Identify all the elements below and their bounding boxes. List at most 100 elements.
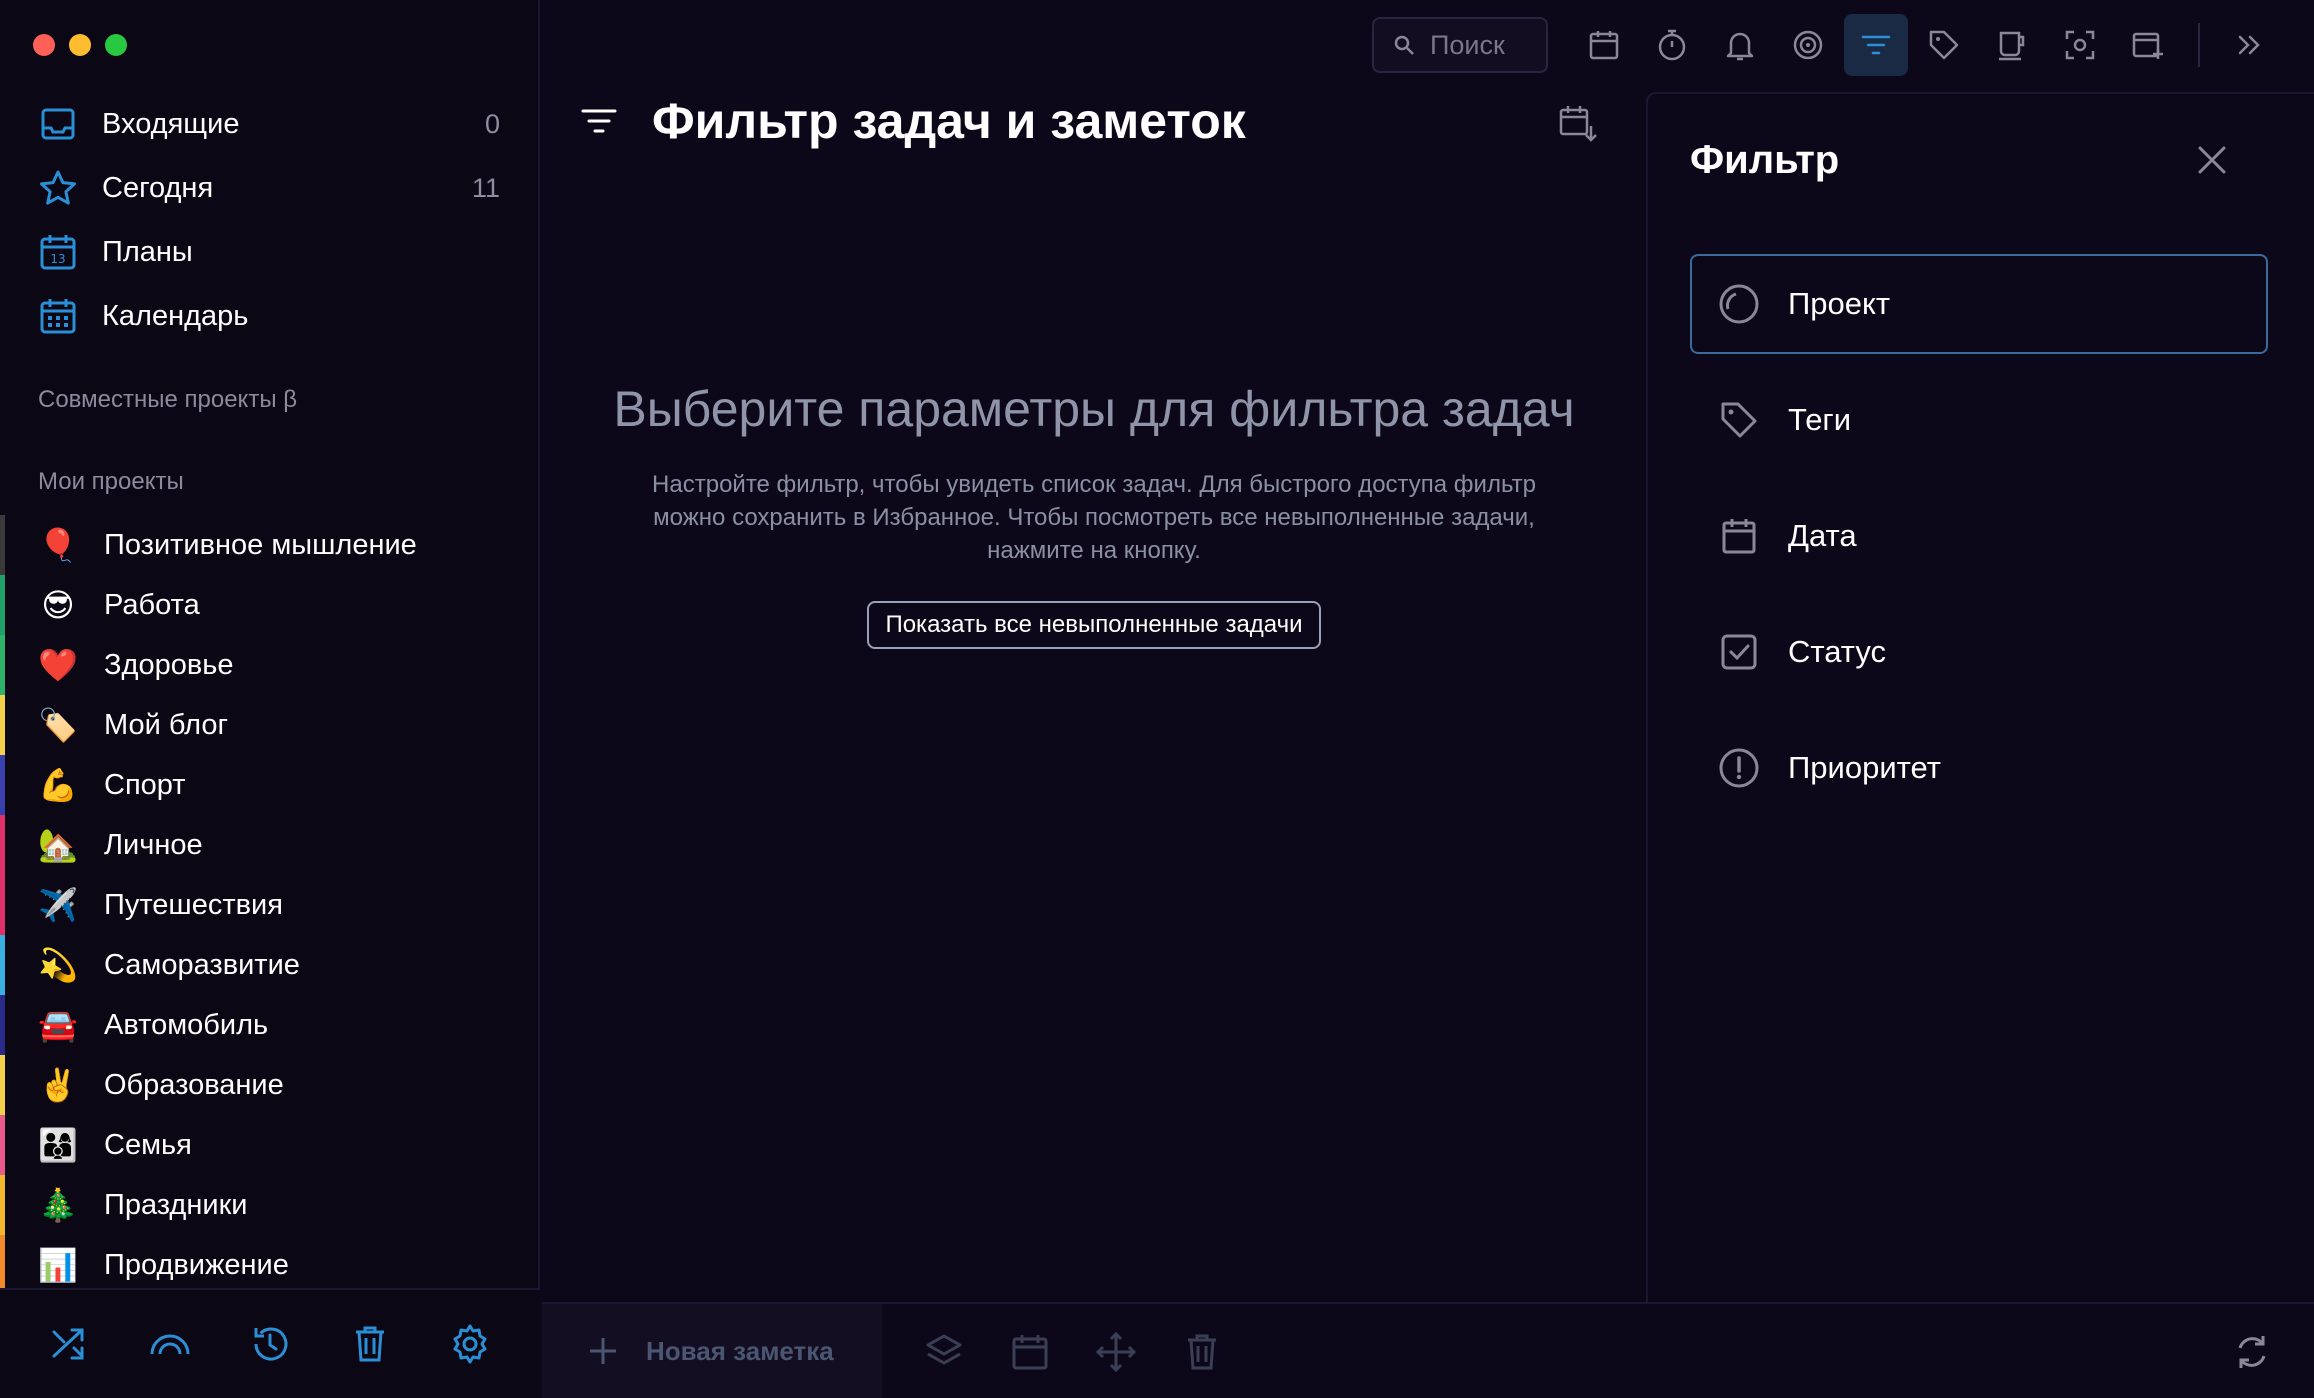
- calendar-grid-icon: [38, 296, 78, 336]
- trash-icon[interactable]: [1180, 1330, 1224, 1374]
- project-color-bar: [0, 755, 5, 815]
- nav-item-today[interactable]: Сегодня 11: [0, 156, 540, 220]
- project-color-bar: [0, 1235, 5, 1295]
- tag-icon[interactable]: [1912, 14, 1976, 76]
- close-icon[interactable]: [2194, 142, 2230, 178]
- settings-icon[interactable]: [448, 1322, 492, 1366]
- sync-icon[interactable]: [2230, 1330, 2274, 1374]
- history-icon[interactable]: [248, 1322, 292, 1366]
- project-item[interactable]: 😎 Работа: [0, 575, 540, 635]
- empty-title: Выберите параметры для фильтра задач: [613, 381, 1575, 437]
- project-color-bar: [0, 815, 5, 875]
- calendar-export-icon[interactable]: [1557, 102, 1599, 144]
- project-label: Личное: [104, 828, 203, 861]
- project-emoji: 🎈: [38, 527, 78, 563]
- project-emoji: ❤️: [38, 647, 78, 683]
- trash-icon[interactable]: [348, 1322, 392, 1366]
- filter-option-status[interactable]: Статус: [1690, 602, 2268, 702]
- filter-icon[interactable]: [580, 102, 618, 140]
- svg-text:13: 13: [50, 252, 65, 266]
- filter-option-label: Дата: [1788, 518, 1857, 553]
- project-emoji: 👨‍👩‍👦: [38, 1127, 78, 1163]
- nav-item-inbox[interactable]: Входящие 0: [0, 92, 540, 156]
- empty-state: Выберите параметры для фильтра задач Нас…: [540, 380, 1648, 649]
- project-circle-icon: [1718, 283, 1760, 325]
- project-emoji: ✌️: [38, 1067, 78, 1103]
- project-item[interactable]: 👨‍👩‍👦 Семья: [0, 1115, 540, 1175]
- focus-icon[interactable]: [1776, 14, 1840, 76]
- filter-option-label: Приоритет: [1788, 750, 1941, 785]
- filter-option-tags[interactable]: Теги: [1690, 370, 2268, 470]
- shuffle-icon[interactable]: [48, 1322, 92, 1366]
- project-emoji: 🏡: [38, 827, 78, 863]
- project-label: Мой блог: [104, 708, 229, 741]
- project-item[interactable]: ❤️ Здоровье: [0, 635, 540, 695]
- scan-icon[interactable]: [2048, 14, 2112, 76]
- project-label: Путешествия: [104, 888, 283, 921]
- filter-icon[interactable]: [1844, 14, 1908, 76]
- rainbow-icon[interactable]: [148, 1322, 192, 1366]
- filter-option-date[interactable]: Дата: [1690, 486, 2268, 586]
- page-title: Фильтр задач и заметок: [652, 93, 1246, 149]
- toolbar-divider: [2198, 23, 2200, 67]
- project-item[interactable]: 💫 Саморазвитие: [0, 935, 540, 995]
- project-color-bar: [0, 1175, 5, 1235]
- project-label: Семья: [104, 1128, 192, 1161]
- nav-item-calendar[interactable]: Календарь: [0, 284, 540, 348]
- filter-option-label: Статус: [1788, 634, 1886, 669]
- my-projects-title: Мои проекты: [38, 468, 184, 495]
- calendar-icon[interactable]: [1008, 1330, 1052, 1374]
- sidebar-footer: [0, 1288, 540, 1398]
- project-item[interactable]: ✌️ Образование: [0, 1055, 540, 1115]
- project-label: Позитивное мышление: [104, 528, 417, 561]
- nav-label: Календарь: [102, 299, 249, 332]
- star-icon: [38, 168, 78, 208]
- project-emoji: 🚘: [38, 1007, 78, 1043]
- coffee-icon[interactable]: [1980, 14, 2044, 76]
- project-item[interactable]: 🎄 Праздники: [0, 1175, 540, 1235]
- close-window-button[interactable]: [33, 34, 55, 56]
- project-color-bar: [0, 635, 5, 695]
- project-emoji: ✈️: [38, 887, 78, 923]
- project-item[interactable]: 🎈 Позитивное мышление: [0, 515, 540, 575]
- show-all-tasks-button[interactable]: Показать все невыполненные задачи: [867, 601, 1321, 649]
- filter-option-priority[interactable]: Приоритет: [1690, 718, 2268, 818]
- add-calendar-icon[interactable]: [2116, 14, 2180, 76]
- project-color-bar: [0, 515, 5, 575]
- project-item[interactable]: 🚘 Автомобиль: [0, 995, 540, 1055]
- project-item[interactable]: 🏷️ Мой блог: [0, 695, 540, 755]
- project-emoji: 🎄: [38, 1187, 78, 1223]
- empty-description: Настройте фильтр, чтобы увидеть список з…: [652, 471, 1536, 564]
- search-input[interactable]: [1430, 29, 1540, 61]
- shared-projects-title[interactable]: Совместные проекты β: [38, 386, 297, 414]
- project-label: Спорт: [104, 768, 186, 801]
- project-label: Продвижение: [104, 1248, 289, 1281]
- project-item[interactable]: 💪 Спорт: [0, 755, 540, 815]
- layers-icon[interactable]: [922, 1330, 966, 1374]
- zoom-window-button[interactable]: [105, 34, 127, 56]
- main-footer: Новая заметка: [542, 1302, 2314, 1398]
- project-label: Автомобиль: [104, 1008, 269, 1041]
- project-emoji: 📊: [38, 1247, 78, 1283]
- project-label: Праздники: [104, 1188, 248, 1221]
- search-icon: [1392, 33, 1416, 57]
- nav-item-plans[interactable]: 13 Планы: [0, 220, 540, 284]
- search-box[interactable]: [1372, 17, 1548, 73]
- bell-icon[interactable]: [1708, 14, 1772, 76]
- project-item[interactable]: 🏡 Личное: [0, 815, 540, 875]
- calendar-icon: [1718, 515, 1760, 557]
- window-controls: [33, 34, 127, 56]
- minimize-window-button[interactable]: [69, 34, 91, 56]
- project-emoji: 💪: [38, 767, 78, 803]
- move-icon[interactable]: [1094, 1330, 1138, 1374]
- project-item[interactable]: 📊 Продвижение: [0, 1235, 540, 1295]
- project-emoji: 🏷️: [38, 707, 78, 743]
- top-toolbar: [1372, 14, 2314, 76]
- new-note-button[interactable]: Новая заметка: [542, 1304, 882, 1398]
- project-item[interactable]: ✈️ Путешествия: [0, 875, 540, 935]
- filter-option-project[interactable]: Проект: [1690, 254, 2268, 354]
- nav-count: 0: [484, 108, 500, 139]
- timer-icon[interactable]: [1640, 14, 1704, 76]
- calendar-icon[interactable]: [1572, 14, 1636, 76]
- expand-icon[interactable]: [2218, 14, 2282, 76]
